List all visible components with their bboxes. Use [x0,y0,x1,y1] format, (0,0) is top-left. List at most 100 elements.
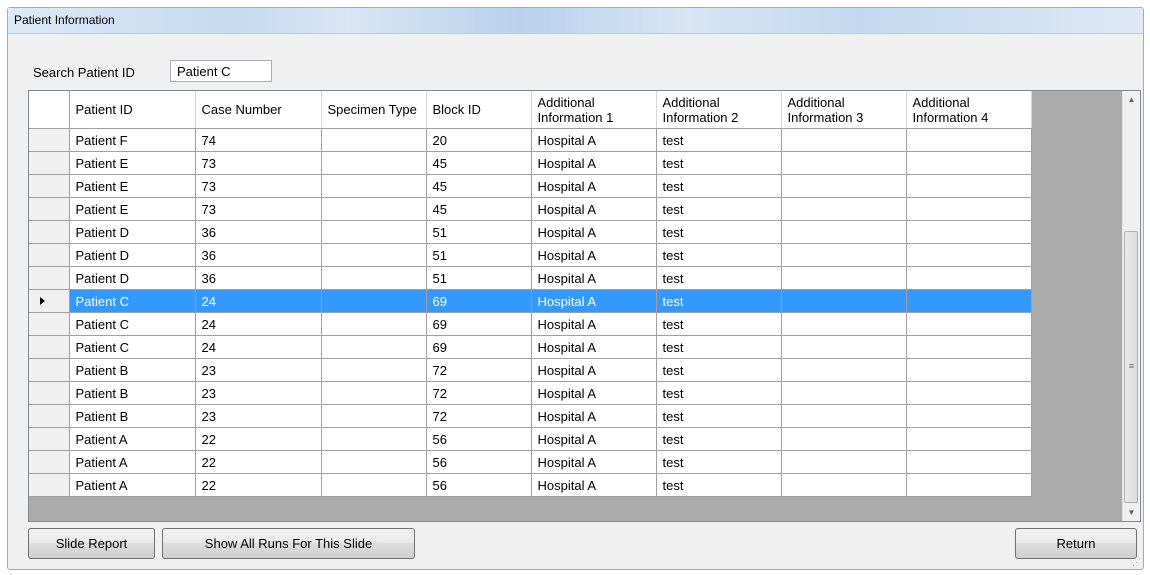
scrollbar-thumb[interactable]: ≡ [1124,231,1138,503]
table-row[interactable]: Patient F 74 20 Hospital Atest [29,128,1032,152]
table-cell[interactable]: 45 [426,197,532,221]
table-cell[interactable] [781,335,907,359]
table-cell[interactable] [781,220,907,244]
table-cell[interactable]: test [656,427,782,451]
table-cell[interactable]: Hospital A [531,174,657,198]
table-cell[interactable]: 36 [195,220,322,244]
table-cell[interactable]: 69 [426,335,532,359]
table-cell[interactable]: Patient A [69,473,196,497]
table-cell[interactable]: 45 [426,151,532,175]
table-cell[interactable]: 22 [195,473,322,497]
table-cell[interactable] [321,358,427,382]
table-cell[interactable] [781,473,907,497]
table-cell[interactable]: 72 [426,381,532,405]
table-row[interactable]: Patient B 23 72 Hospital Atest [29,381,1032,405]
table-cell[interactable]: Patient D [69,243,196,267]
table-row[interactable]: Patient E 73 45 Hospital Atest [29,197,1032,221]
table-cell[interactable] [781,427,907,451]
table-cell[interactable] [906,220,1032,244]
table-cell[interactable]: Hospital A [531,404,657,428]
table-cell[interactable]: test [656,151,782,175]
row-header-cell[interactable] [29,450,70,474]
row-header-cell[interactable] [29,151,70,175]
table-cell[interactable]: Hospital A [531,335,657,359]
table-cell[interactable] [321,312,427,336]
table-cell[interactable] [781,404,907,428]
row-header-cell[interactable] [29,312,70,336]
table-cell[interactable]: 22 [195,427,322,451]
table-cell[interactable]: test [656,197,782,221]
table-cell[interactable]: Hospital A [531,128,657,152]
table-cell[interactable]: test [656,473,782,497]
table-cell[interactable]: 74 [195,128,322,152]
table-cell[interactable]: 23 [195,358,322,382]
table-cell[interactable] [906,473,1032,497]
table-cell[interactable]: 51 [426,266,532,290]
table-cell[interactable]: test [656,266,782,290]
table-cell[interactable] [781,358,907,382]
table-cell[interactable] [781,312,907,336]
table-cell[interactable] [906,128,1032,152]
table-cell[interactable] [906,381,1032,405]
table-cell[interactable]: 69 [426,312,532,336]
table-cell[interactable]: test [656,289,782,313]
table-cell[interactable] [321,220,427,244]
table-cell[interactable] [321,289,427,313]
table-row[interactable]: Patient E 73 45 Hospital Atest [29,151,1032,175]
row-header-cell[interactable] [29,335,70,359]
table-cell[interactable]: Patient B [69,404,196,428]
table-cell[interactable]: Patient B [69,358,196,382]
table-cell[interactable] [906,312,1032,336]
row-header-cell[interactable] [29,404,70,428]
table-cell[interactable]: test [656,450,782,474]
table-cell[interactable]: test [656,312,782,336]
table-cell[interactable]: 24 [195,289,322,313]
table-cell[interactable]: Hospital A [531,450,657,474]
table-cell[interactable]: 36 [195,266,322,290]
table-cell[interactable]: test [656,243,782,267]
table-cell[interactable]: Patient C [69,289,196,313]
column-header[interactable]: Additional Information 4 [906,91,1032,129]
table-cell[interactable] [906,335,1032,359]
table-cell[interactable]: Patient E [69,174,196,198]
vertical-scrollbar[interactable]: ▲ ≡ ▼ [1122,91,1140,521]
row-header-cell[interactable] [29,473,70,497]
table-cell[interactable]: Hospital A [531,473,657,497]
table-cell[interactable] [321,404,427,428]
table-cell[interactable]: 20 [426,128,532,152]
table-cell[interactable]: 69 [426,289,532,313]
table-cell[interactable]: 73 [195,197,322,221]
table-row[interactable]: Patient B 23 72 Hospital Atest [29,358,1032,382]
table-cell[interactable] [781,243,907,267]
column-header[interactable]: Case Number [195,91,322,129]
table-cell[interactable] [781,197,907,221]
table-row[interactable]: Patient C 24 69 Hospital Atest [29,335,1032,359]
table-cell[interactable]: Hospital A [531,266,657,290]
table-cell[interactable]: Hospital A [531,427,657,451]
table-row[interactable]: Patient C 24 69 Hospital Atest [29,312,1032,336]
resize-grip-icon[interactable]: ⋰ [1131,557,1141,567]
search-patient-id-input[interactable] [170,60,272,82]
table-cell[interactable]: test [656,335,782,359]
table-cell[interactable]: Hospital A [531,381,657,405]
table-cell[interactable]: 36 [195,243,322,267]
table-cell[interactable]: Patient A [69,450,196,474]
column-header[interactable]: Additional Information 1 [531,91,657,129]
table-cell[interactable]: Hospital A [531,151,657,175]
table-row[interactable]: Patient D 36 51 Hospital Atest [29,243,1032,267]
table-cell[interactable]: 51 [426,243,532,267]
row-header-cell[interactable] [29,174,70,198]
table-cell[interactable] [321,381,427,405]
table-cell[interactable]: Hospital A [531,358,657,382]
table-cell[interactable] [781,128,907,152]
show-all-runs-button[interactable]: Show All Runs For This Slide [162,528,415,559]
table-row[interactable]: Patient C 24 69 Hospital Atest [29,289,1032,313]
table-cell[interactable]: Patient E [69,151,196,175]
column-header[interactable]: Block ID [426,91,532,129]
table-cell[interactable]: Patient B [69,381,196,405]
table-cell[interactable] [906,450,1032,474]
scroll-down-arrow-icon[interactable]: ▼ [1123,504,1140,521]
return-button[interactable]: Return [1015,528,1137,559]
column-header[interactable]: Additional Information 3 [781,91,907,129]
column-header[interactable]: Specimen Type [321,91,427,129]
